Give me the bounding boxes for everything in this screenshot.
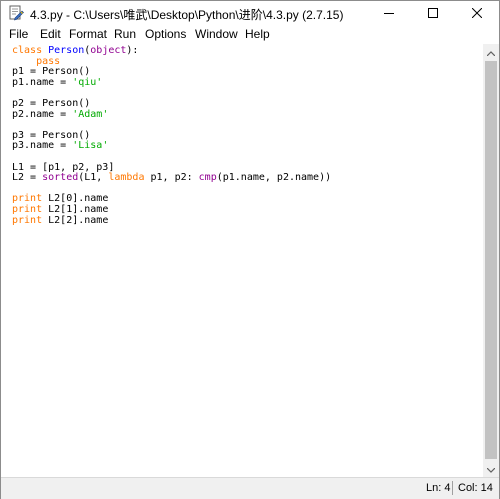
code-token: p2.name =: [12, 108, 73, 120]
status-divider: [452, 481, 453, 495]
code-line[interactable]: L2 = sorted(L1, lambda p1, p2: cmp(p1.na…: [12, 172, 332, 184]
code-token: L2 =: [12, 172, 43, 184]
menu-file[interactable]: File: [9, 27, 28, 41]
code-token: p1.name =: [12, 76, 73, 88]
column-indicator: Col: 14: [458, 482, 493, 494]
code-line[interactable]: print L2[2].name: [12, 214, 331, 227]
code-token: print: [12, 193, 43, 205]
maximize-button[interactable]: [411, 1, 455, 25]
menu-run[interactable]: Run: [114, 27, 136, 41]
code-token: print: [12, 203, 43, 215]
code-token: lambda: [108, 172, 145, 184]
scroll-down-button[interactable]: [483, 461, 499, 477]
chevron-down-icon: [486, 460, 496, 478]
code-token: (L1,: [78, 172, 109, 184]
minimize-button[interactable]: [367, 1, 411, 25]
scrollbar-thumb[interactable]: [485, 61, 497, 459]
code-token: L2[0].name: [42, 193, 109, 205]
menu-help[interactable]: Help: [245, 27, 270, 41]
code-token: ):: [126, 45, 139, 56]
code-token: 'Lisa': [72, 140, 109, 152]
code-token: L2[1].name: [42, 203, 109, 215]
close-button[interactable]: [455, 1, 499, 25]
menu-bar: File Edit Format Run Options Window Help: [1, 25, 499, 45]
code-token: p3.name =: [12, 140, 73, 152]
menu-edit[interactable]: Edit: [40, 27, 61, 41]
code-token: p3 = Person(): [12, 129, 91, 141]
code-token: cmp: [198, 172, 217, 184]
code-line[interactable]: p3.name = 'Lisa': [12, 141, 331, 152]
code-token: Person: [48, 45, 85, 56]
code-token: object: [90, 45, 127, 56]
menu-options[interactable]: Options: [145, 27, 186, 41]
status-bar: Ln: 4 Col: 14: [1, 477, 499, 499]
menu-format[interactable]: Format: [69, 27, 107, 41]
code-editor[interactable]: class Person(object): pass p1 = Person() p…: [1, 44, 483, 477]
code-token: 'qiu': [72, 76, 103, 88]
menu-window[interactable]: Window: [195, 27, 238, 41]
minimize-icon: [384, 8, 394, 18]
code-token: sorted: [42, 172, 79, 184]
window-title: 4.3.py - C:\Users\唯武\Desktop\Python\进阶\4…: [30, 8, 344, 22]
title-bar[interactable]: 4.3.py - C:\Users\唯武\Desktop\Python\进阶\4…: [1, 1, 499, 25]
code-line[interactable]: p2.name = 'Adam': [12, 108, 331, 121]
code-token: p2 = Person(): [12, 97, 91, 109]
vertical-scrollbar[interactable]: [483, 44, 499, 477]
code-token: L1 = [p1, p2, p3]: [12, 161, 115, 173]
code-token: class: [12, 45, 49, 56]
code-token: pass: [12, 55, 61, 67]
code-token: 'Adam': [72, 108, 109, 120]
idle-editor-icon: [8, 5, 24, 21]
code-token: p1 = Person(): [12, 66, 91, 78]
scroll-up-button[interactable]: [483, 44, 499, 60]
code-token: print: [12, 214, 43, 226]
code-token: L2[2].name: [42, 214, 109, 226]
code-line[interactable]: p1.name = 'qiu': [12, 76, 331, 89]
maximize-icon: [428, 8, 438, 18]
close-icon: [472, 8, 482, 18]
code-token: (p1.name, p2.name)): [216, 172, 332, 184]
chevron-up-icon: [486, 43, 496, 61]
code-token: p1, p2:: [144, 172, 199, 184]
code-text[interactable]: class Person(object): pass p1 = Person() p…: [12, 45, 332, 227]
line-indicator: Ln: 4: [426, 482, 451, 494]
editor-window: 4.3.py - C:\Users\唯武\Desktop\Python\进阶\4…: [0, 0, 500, 499]
